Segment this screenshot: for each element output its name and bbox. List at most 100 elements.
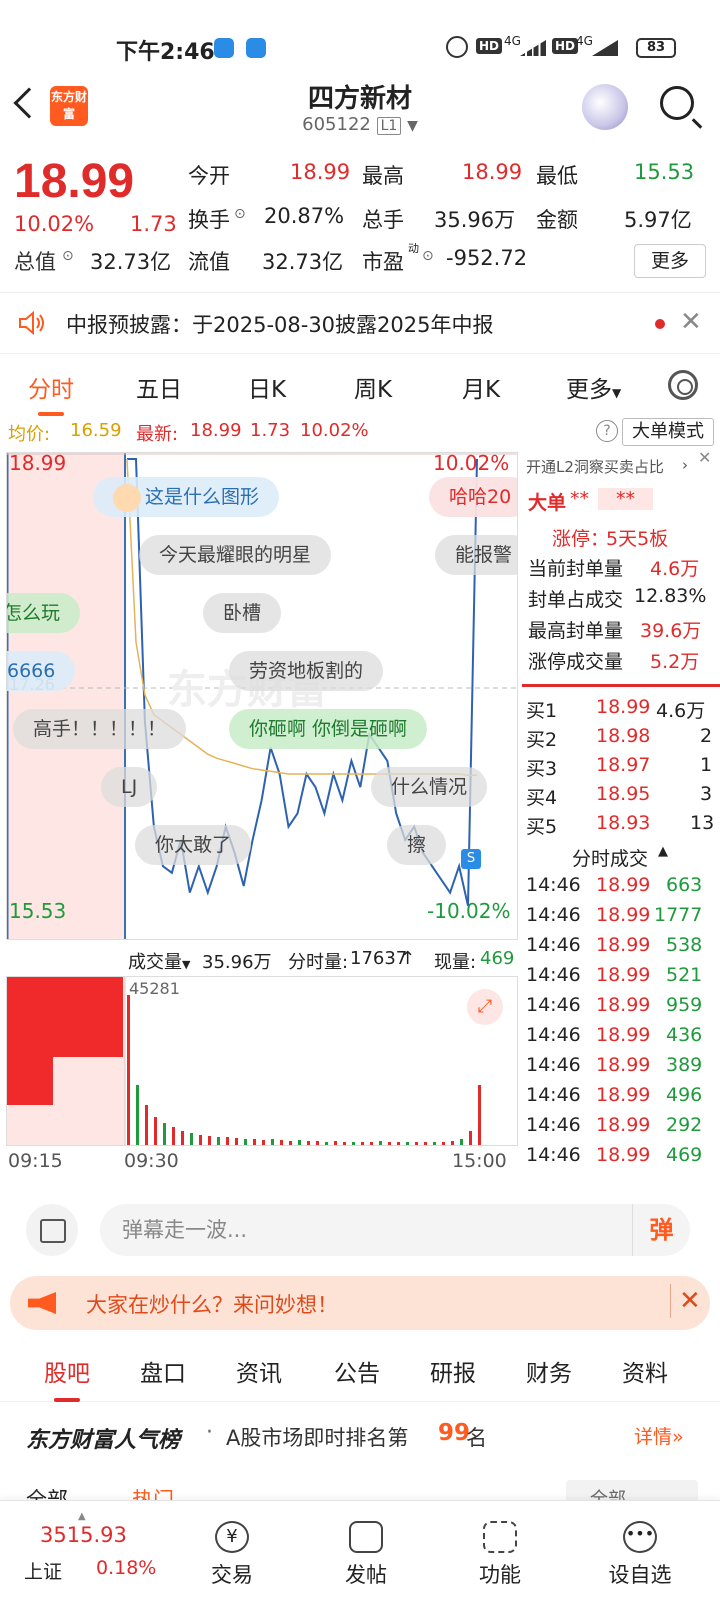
tick-row: 14:46 18.99 1777 (524, 904, 716, 934)
tick-time: 14:46 (526, 964, 581, 986)
big-order-mode-button[interactable]: 大单模式 (622, 418, 714, 446)
tab-news[interactable]: 资讯 (236, 1354, 282, 1388)
search-icon[interactable] (660, 86, 694, 120)
big-order-label: 大单 (528, 492, 567, 514)
bid-row[interactable]: 买5 18.93 13 (524, 812, 716, 842)
danmaku-item[interactable]: 这是什么图形 (93, 477, 280, 517)
danmaku-item[interactable]: 今天最耀眼的明星 (139, 535, 332, 575)
pe-label: 市盈 (362, 250, 404, 274)
current-volume-label: 现量: (434, 952, 477, 973)
close-icon[interactable]: ✕ (680, 307, 702, 337)
tab-announcements[interactable]: 公告 (334, 1354, 380, 1388)
tick-price: 18.99 (596, 904, 651, 926)
tab-weekly-k[interactable]: 周K (354, 370, 392, 404)
tab-pankou[interactable]: 盘口 (140, 1354, 186, 1388)
promo-banner[interactable]: 大家在炒什么？来问妙想！ ✕ (10, 1276, 710, 1330)
tab-research[interactable]: 研报 (430, 1354, 476, 1388)
tab-daily-k[interactable]: 日K (248, 370, 286, 404)
volume-bar (388, 1142, 391, 1145)
volume-chart[interactable]: 45281 ⤢ (6, 976, 518, 1146)
nav-watchlist[interactable]: ••• 设自选 (590, 1521, 690, 1589)
tab-guba[interactable]: 股吧 (44, 1354, 90, 1402)
details-link[interactable]: 详情» (634, 1422, 684, 1449)
tick-volume: 959 (666, 994, 703, 1016)
volume-bar (190, 1133, 193, 1145)
filter-dropdown[interactable]: 全部 (566, 1480, 698, 1500)
volume-bar (244, 1139, 247, 1145)
volume-bar (406, 1142, 409, 1145)
bid-row[interactable]: 买3 18.97 1 (524, 754, 716, 784)
danmaku-settings-icon[interactable] (26, 1204, 78, 1256)
tab-profile[interactable]: 资料 (622, 1354, 668, 1388)
bid-row[interactable]: 买4 18.95 3 (524, 783, 716, 813)
bid-row[interactable]: 买1 18.99 4.6万 (524, 696, 716, 726)
time-tick: 15:00 (452, 1150, 507, 1172)
tick-price: 18.99 (596, 934, 651, 956)
nav-functions[interactable]: 功能 (450, 1521, 550, 1589)
assistant-robot-icon[interactable] (582, 84, 628, 130)
volume-bar (415, 1142, 418, 1145)
more-dots-icon: ••• (623, 1521, 657, 1553)
nav-trade[interactable]: ¥ 交易 (182, 1521, 282, 1589)
close-icon[interactable]: ✕ (698, 448, 711, 467)
latest-value: 18.99 (190, 420, 242, 441)
danmaku-item[interactable]: 怎么玩 (7, 593, 81, 633)
tab-intraday[interactable]: 分时 (28, 370, 74, 416)
close-icon[interactable]: ✕ (670, 1284, 701, 1318)
pe-value: -952.72 (446, 246, 528, 270)
volume-info-bar: 成交量▼ 35.96万 分时量: 17637 ↑ 现量: 469 (6, 942, 518, 976)
bid-row[interactable]: 买2 18.98 2 (524, 725, 716, 755)
danmaku-item[interactable]: 哈哈20 (429, 477, 517, 517)
volume-bar (460, 1139, 463, 1145)
latest-label: 最新: (136, 424, 179, 445)
danmaku-item[interactable]: 6666 (7, 651, 76, 691)
danmaku-item[interactable]: 高手！！！！！ (13, 709, 187, 749)
danmaku-item[interactable]: 你太敢了 (135, 825, 252, 865)
pe-info-icon[interactable]: ⊙ (422, 248, 434, 264)
danmaku-item[interactable]: 劳资地板割的 (229, 651, 384, 691)
help-icon[interactable]: ? (596, 420, 618, 442)
nav-post[interactable]: 发帖 (316, 1521, 416, 1589)
danmaku-item[interactable]: 你砸啊 你倒是砸啊 (229, 709, 428, 749)
megaphone-icon (28, 1292, 56, 1314)
bid-volume: 4.6万 (656, 700, 706, 722)
nav-trade-label: 交易 (211, 1563, 253, 1587)
index-widget[interactable]: ▲ 3515.93 上证 0.18% (20, 1511, 160, 1593)
chevron-right-icon: › (682, 456, 688, 474)
danmaku-item[interactable]: 能报警 (435, 535, 517, 575)
turnover-info-icon[interactable]: ⊙ (234, 206, 246, 222)
mcap-value: 32.73亿 (90, 250, 172, 274)
gear-icon[interactable] (668, 370, 698, 400)
intraday-chart[interactable]: 东方财富 18.99 10.02% 17.26 15.53 -10.02% 这是… (6, 452, 518, 940)
filter-all[interactable]: 全部 (26, 1484, 68, 1500)
sell-marker-icon[interactable]: S (461, 849, 481, 869)
volume-bar (262, 1140, 265, 1145)
danmaku-send-button[interactable]: 弹 (632, 1204, 690, 1256)
notice-bar[interactable]: 中报预披露：于2025-08-30披露2025年中报 ✕ (0, 292, 720, 354)
danmaku-item[interactable]: 卧槽 (203, 593, 282, 633)
time-tick: 09:30 (124, 1150, 179, 1172)
info-icon[interactable]: ⊙ (62, 248, 74, 264)
bid-price: 18.93 (596, 812, 651, 834)
volume-bar (343, 1142, 346, 1145)
filter-row: 全部 热门 全部 (0, 1470, 720, 1500)
danmaku-input[interactable]: 弹幕走一波... (100, 1204, 690, 1256)
tab-more[interactable]: 更多▼ (566, 370, 621, 404)
danmaku-item[interactable]: LJ (101, 767, 158, 807)
filter-hot[interactable]: 热门 (132, 1484, 174, 1500)
more-button[interactable]: 更多 (634, 244, 706, 278)
danmaku-item[interactable]: 什么情况 (371, 767, 488, 807)
volume-bar (316, 1141, 319, 1145)
bid-volume: 2 (700, 725, 713, 747)
popularity-rank[interactable]: 东方财富人气榜 · A股市场即时排名第 99 名 详情» (0, 1404, 720, 1464)
l2-link[interactable]: 开通L2洞察买卖占比 › (524, 456, 716, 486)
expand-icon[interactable]: ⤢ (467, 989, 503, 1025)
tab-finance[interactable]: 财务 (526, 1354, 572, 1388)
volume-max: 45281 (129, 979, 180, 998)
ticks-header[interactable]: 分时成交 ▲ (524, 844, 716, 874)
volume-bar (361, 1142, 364, 1145)
tab-monthly-k[interactable]: 月K (462, 370, 500, 404)
danmaku-item[interactable]: 擦 (387, 825, 447, 865)
volume-dropdown[interactable]: 成交量▼ (128, 948, 190, 974)
tab-five-day[interactable]: 五日 (136, 370, 182, 404)
